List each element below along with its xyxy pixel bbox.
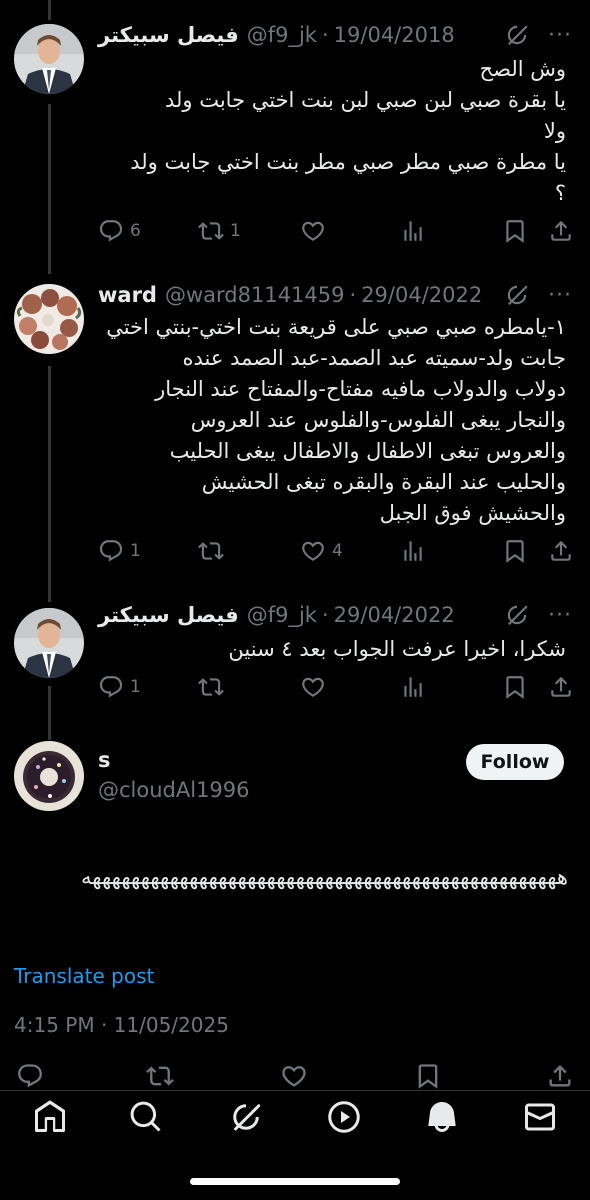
bookmark-button[interactable] <box>414 1062 442 1090</box>
retweet-button[interactable]: 1 <box>198 218 241 244</box>
tweet-header: ward @ward81141459 · 29/04/2022 ··· <box>98 280 572 310</box>
display-name[interactable]: فيصل سبيكتر <box>98 23 239 47</box>
bookmark-button[interactable] <box>502 218 528 244</box>
bookmark-button[interactable] <box>502 674 528 700</box>
like-button[interactable] <box>300 218 326 244</box>
share-button[interactable] <box>548 674 574 700</box>
retweet-button[interactable] <box>198 538 230 564</box>
notifications-icon[interactable] <box>424 1099 460 1135</box>
more-icon[interactable]: ··· <box>548 23 572 48</box>
avatar[interactable] <box>14 741 84 811</box>
reply-icon <box>98 218 124 244</box>
more-icon[interactable]: ··· <box>548 283 572 308</box>
avatar[interactable] <box>14 24 84 94</box>
action-bar: 1 <box>98 674 574 704</box>
post-date[interactable]: 29/04/2022 <box>361 283 482 307</box>
reply-tweet[interactable]: ward @ward81141459 · 29/04/2022 ··· ١-يا… <box>0 280 590 600</box>
post-text: هههههههههههههههههههههههههههههههههههههههه… <box>81 865 568 889</box>
views-icon <box>400 674 426 700</box>
retweet-button[interactable] <box>146 1062 174 1090</box>
grok-icon[interactable] <box>504 602 530 628</box>
share-icon <box>548 218 574 244</box>
reply-count: 1 <box>130 677 141 697</box>
bookmark-button[interactable] <box>502 538 528 564</box>
user-handle[interactable]: @f9_jk <box>247 23 317 47</box>
reply-icon <box>16 1062 44 1090</box>
bookmark-icon <box>502 674 528 700</box>
avatar[interactable] <box>14 608 84 678</box>
home-icon[interactable] <box>32 1099 68 1135</box>
separator: · <box>349 283 357 307</box>
more-icon[interactable]: ··· <box>548 603 572 628</box>
heart-icon <box>280 1062 308 1090</box>
home-indicator[interactable] <box>190 1178 400 1185</box>
retweet-icon <box>198 218 224 244</box>
avatar[interactable] <box>14 284 84 354</box>
heart-icon <box>300 674 326 700</box>
retweet-button[interactable] <box>198 674 224 700</box>
tweet-text: ١-يامطره صبي صبي على قريعة بنت اختي-بنتي… <box>106 315 566 525</box>
retweet-icon <box>198 538 224 564</box>
reply-tweet[interactable]: فيصل سبيكتر @f9_jk · 19/04/2018 ··· وش ا… <box>0 20 590 260</box>
video-icon[interactable] <box>326 1099 362 1135</box>
like-count: 4 <box>332 541 343 561</box>
like-button[interactable] <box>280 1062 308 1090</box>
retweet-icon <box>198 674 224 700</box>
bookmark-icon <box>502 218 528 244</box>
like-button[interactable]: 4 <box>300 538 343 564</box>
reply-count: 1 <box>130 541 141 561</box>
post-date[interactable]: 19/04/2018 <box>334 23 455 47</box>
separator: · <box>321 23 329 47</box>
grok-icon[interactable] <box>504 22 530 48</box>
user-handle[interactable]: @ward81141459 <box>165 283 345 307</box>
share-icon <box>548 538 574 564</box>
reply-tweet[interactable]: فيصل سبيكتر @f9_jk · 29/04/2022 ··· شكرا… <box>0 600 590 710</box>
separator: · <box>321 603 329 627</box>
tweet-text: شكرا، اخيرا عرفت الجواب بعد ٤ سنين <box>228 637 566 661</box>
tweet-text: وش الصح يا بقرة صبي لبن صبي لبن بنت اختي… <box>130 57 566 205</box>
reply-icon <box>98 538 124 564</box>
views-button[interactable] <box>400 218 426 244</box>
action-bar: 1 4 <box>98 538 574 568</box>
views-icon <box>400 538 426 564</box>
share-button[interactable] <box>548 538 574 564</box>
bookmark-icon <box>502 538 528 564</box>
share-button[interactable] <box>548 218 574 244</box>
heart-icon <box>300 538 326 564</box>
thread-line <box>48 0 51 20</box>
like-button[interactable] <box>300 674 326 700</box>
reply-button[interactable]: 1 <box>98 538 141 564</box>
views-button[interactable] <box>400 674 426 700</box>
retweet-count: 1 <box>230 221 241 241</box>
display-name[interactable]: s <box>98 748 111 772</box>
share-icon <box>546 1062 574 1090</box>
translate-link[interactable]: Translate post <box>14 964 154 988</box>
reply-count: 6 <box>130 221 141 241</box>
user-handle[interactable]: @f9_jk <box>247 603 317 627</box>
views-icon <box>400 218 426 244</box>
tweet-header: فيصل سبيكتر @f9_jk · 19/04/2018 ··· <box>98 20 572 50</box>
reply-icon <box>98 674 124 700</box>
heart-icon <box>300 218 326 244</box>
display-name[interactable]: ward <box>98 283 157 307</box>
user-handle[interactable]: @cloudAl1996 <box>98 778 250 802</box>
share-icon <box>548 674 574 700</box>
post-date[interactable]: 29/04/2022 <box>334 603 455 627</box>
messages-icon[interactable] <box>522 1099 558 1135</box>
grok-icon[interactable] <box>504 282 530 308</box>
views-button[interactable] <box>400 538 426 564</box>
reply-button[interactable] <box>16 1062 44 1090</box>
post-timestamp[interactable]: 4:15 PM · 11/05/2025 <box>14 1013 229 1037</box>
share-button[interactable] <box>546 1062 574 1090</box>
reply-button[interactable]: 6 <box>98 218 141 244</box>
search-icon[interactable] <box>128 1099 164 1135</box>
grok-icon[interactable] <box>228 1099 264 1135</box>
retweet-icon <box>146 1062 174 1090</box>
action-bar: 6 1 <box>98 218 574 248</box>
display-name[interactable]: فيصل سبيكتر <box>98 603 239 627</box>
reply-button[interactable]: 1 <box>98 674 141 700</box>
tweet-header: فيصل سبيكتر @f9_jk · 29/04/2022 ··· <box>98 600 572 630</box>
bookmark-icon <box>414 1062 442 1090</box>
follow-button[interactable]: Follow <box>466 744 564 780</box>
